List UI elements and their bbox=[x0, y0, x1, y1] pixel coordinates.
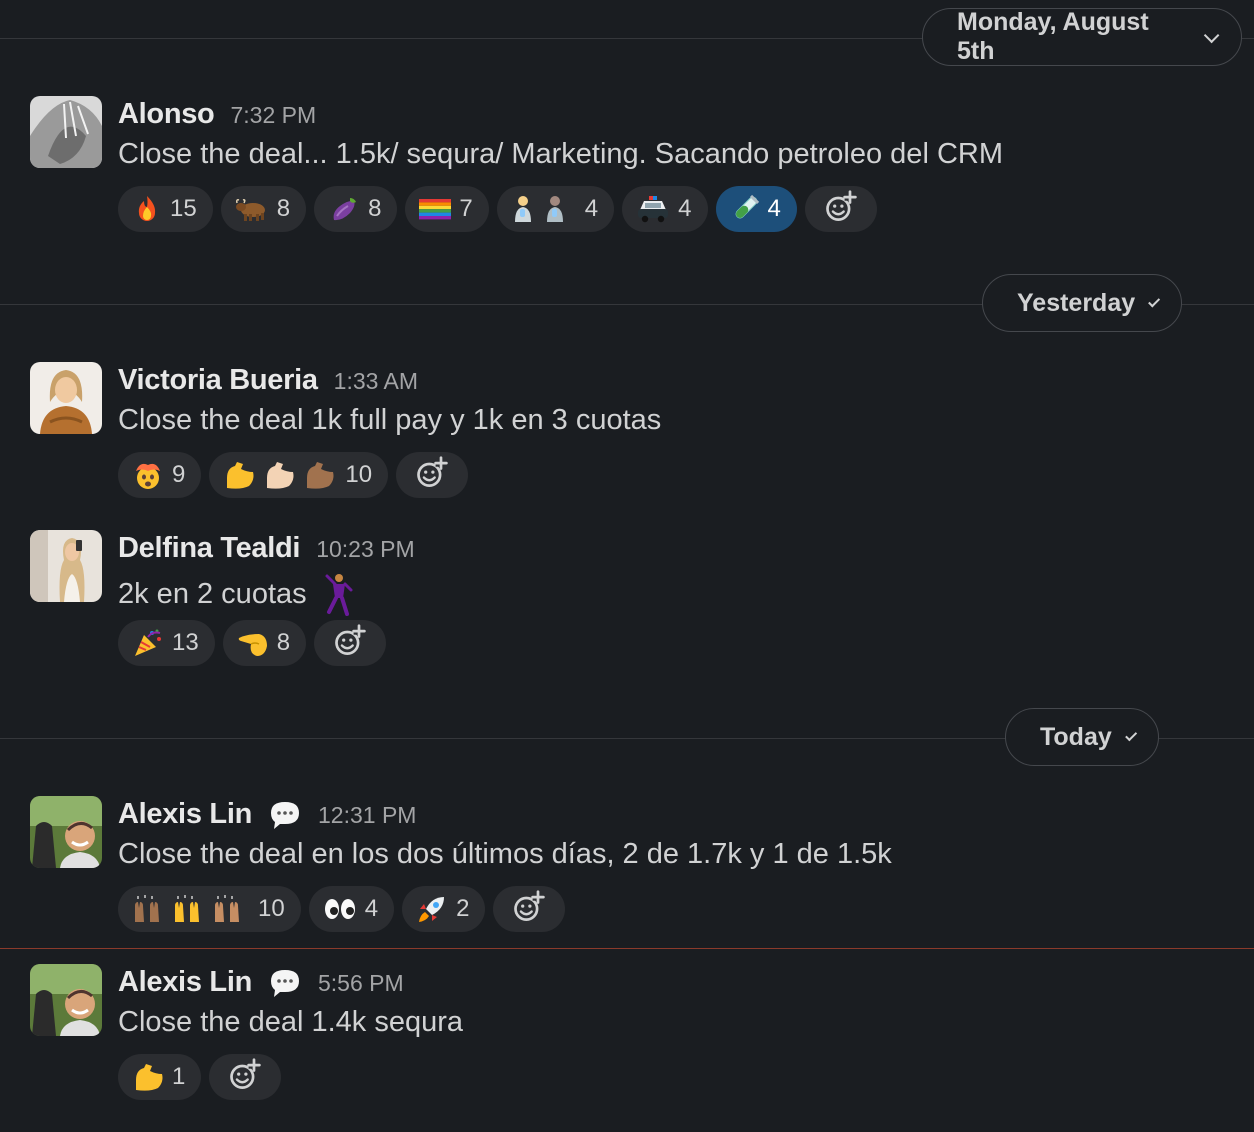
reaction-count: 9 bbox=[172, 461, 186, 488]
reaction-pill[interactable]: 10 bbox=[118, 886, 301, 932]
reaction-pill[interactable]: 15 bbox=[118, 186, 213, 232]
reactions-bar: 9 10 bbox=[118, 452, 469, 498]
date-label: Yesterday bbox=[1017, 288, 1136, 317]
add-emoji-icon bbox=[823, 189, 859, 230]
add-reaction-button[interactable] bbox=[804, 186, 877, 232]
reaction-pill[interactable]: 4 bbox=[496, 186, 615, 232]
chevron-down-icon bbox=[1148, 294, 1161, 307]
timestamp[interactable]: 12:31 PM bbox=[318, 802, 416, 829]
reactions-bar: 15 8 8 7 4 4 4 bbox=[118, 186, 877, 232]
timestamp[interactable]: 10:23 PM bbox=[316, 536, 414, 563]
divider-line bbox=[0, 948, 1254, 949]
chevron-down-icon bbox=[1124, 728, 1138, 741]
eggplant-icon bbox=[328, 194, 360, 224]
add-reaction-button[interactable] bbox=[493, 886, 566, 932]
reaction-count: 4 bbox=[364, 895, 379, 922]
sender-name[interactable]: Alexis Lin bbox=[118, 966, 252, 999]
speech-bubble-icon bbox=[268, 799, 302, 831]
eyes-icon bbox=[323, 895, 357, 923]
reaction-pill[interactable]: 2 bbox=[402, 886, 486, 932]
reaction-pill[interactable]: 7 bbox=[405, 186, 489, 232]
test-tube-icon bbox=[730, 194, 760, 224]
flexed-biceps-icon bbox=[132, 1062, 164, 1092]
timestamp[interactable]: 1:33 AM bbox=[334, 368, 418, 395]
reaction-pill[interactable]: 9 bbox=[118, 452, 202, 498]
reaction-pill[interactable]: 8 bbox=[314, 186, 398, 232]
reaction-count: 8 bbox=[276, 195, 291, 222]
timestamp[interactable]: 7:32 PM bbox=[230, 102, 316, 129]
add-emoji-icon bbox=[511, 889, 547, 930]
reaction-count: 2 bbox=[456, 895, 470, 922]
date-jump-button[interactable]: Yesterday bbox=[982, 274, 1182, 332]
avatar[interactable] bbox=[30, 362, 102, 434]
reaction-pill[interactable]: 4 bbox=[622, 186, 708, 232]
reaction-pill[interactable]: 1 bbox=[118, 1054, 202, 1100]
reaction-count: 4 bbox=[584, 195, 599, 222]
chevron-down-icon bbox=[1203, 27, 1220, 43]
message-text: 2k en 2 cuotas bbox=[118, 577, 307, 610]
add-emoji-icon bbox=[414, 455, 450, 496]
reactions-bar: 1 bbox=[118, 1054, 282, 1100]
reaction-pill[interactable]: 4 bbox=[308, 886, 395, 932]
sender-name[interactable]: Victoria Bueria bbox=[118, 364, 318, 397]
exploding-head-icon bbox=[132, 459, 164, 491]
rainbow-flag-icon bbox=[419, 197, 452, 221]
add-reaction-button[interactable] bbox=[314, 620, 387, 666]
reaction-count: 8 bbox=[368, 195, 382, 222]
avatar[interactable] bbox=[30, 964, 102, 1036]
reaction-count: 1 bbox=[172, 1063, 186, 1090]
date-jump-button[interactable]: Today bbox=[1005, 708, 1159, 766]
reactions-bar: 13 8 bbox=[118, 620, 387, 666]
reaction-pill[interactable]: 10 bbox=[209, 452, 389, 498]
add-reaction-button[interactable] bbox=[209, 1054, 282, 1100]
date-jump-button[interactable]: Monday, August 5th bbox=[922, 8, 1242, 66]
message-text: Close the deal... 1.5k/ sequra/ Marketin… bbox=[118, 138, 1003, 170]
reaction-pill[interactable]: 8 bbox=[222, 620, 307, 666]
avatar[interactable] bbox=[30, 96, 102, 168]
reaction-count: 10 bbox=[345, 461, 373, 488]
dancing-man-icon bbox=[321, 572, 355, 616]
sender-name[interactable]: Alexis Lin bbox=[118, 798, 252, 831]
party-popper-icon bbox=[132, 627, 164, 659]
fire-icon bbox=[132, 194, 162, 224]
reaction-pill-selected[interactable]: 4 bbox=[715, 186, 797, 232]
reaction-count: 8 bbox=[276, 629, 291, 656]
reaction-count: 10 bbox=[258, 895, 285, 922]
reaction-count: 15 bbox=[170, 195, 197, 222]
rocket-icon bbox=[416, 893, 448, 925]
police-car-icon bbox=[636, 194, 670, 224]
sender-name[interactable]: Delfina Tealdi bbox=[118, 532, 301, 565]
add-reaction-button[interactable] bbox=[396, 452, 469, 498]
sender-name[interactable]: Alonso bbox=[118, 98, 215, 131]
message-text: Close the deal 1k full pay y 1k en 3 cuo… bbox=[118, 404, 662, 436]
saluting-hand-icon bbox=[237, 628, 269, 658]
message-text: Close the deal en los dos últimos días, … bbox=[118, 838, 892, 870]
avatar[interactable] bbox=[30, 796, 102, 868]
reaction-count: 7 bbox=[459, 195, 473, 222]
speech-bubble-icon bbox=[268, 967, 302, 999]
date-label: Today bbox=[1040, 722, 1112, 751]
reaction-pill[interactable]: 8 bbox=[220, 186, 307, 232]
reaction-count: 4 bbox=[767, 195, 781, 222]
reactions-bar: 10 4 2 bbox=[118, 886, 566, 932]
add-emoji-icon bbox=[227, 1057, 263, 1098]
date-label: Monday, August 5th bbox=[957, 8, 1149, 65]
reaction-count: 13 bbox=[172, 629, 199, 656]
add-emoji-icon bbox=[332, 623, 368, 664]
timestamp[interactable]: 5:56 PM bbox=[318, 970, 404, 997]
ox-icon bbox=[235, 194, 269, 224]
flexed-biceps-icon bbox=[223, 460, 335, 490]
message-text: Close the deal 1.4k sequra bbox=[118, 1006, 463, 1038]
avatar[interactable] bbox=[30, 530, 102, 602]
reaction-pill[interactable]: 13 bbox=[118, 620, 215, 666]
reaction-count: 4 bbox=[678, 195, 692, 222]
raising-hands-icon bbox=[132, 894, 248, 924]
person-feeding-baby-icon bbox=[511, 194, 575, 224]
